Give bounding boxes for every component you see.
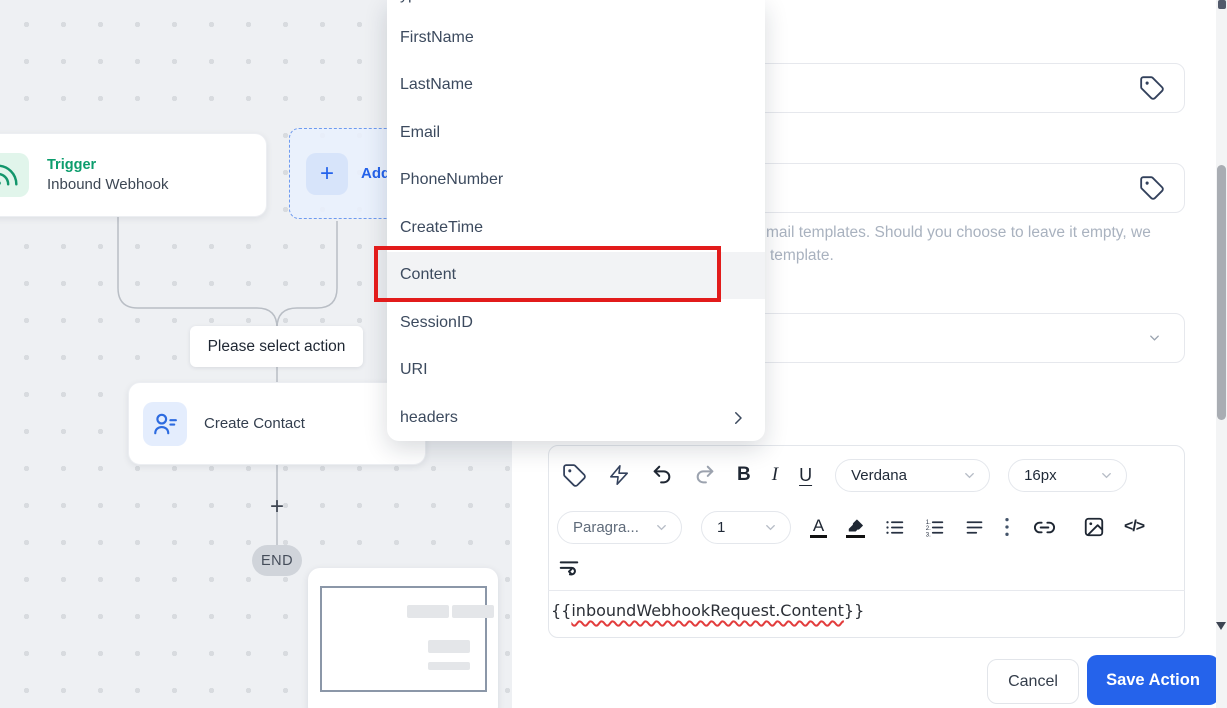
lightning-icon[interactable] [608,464,630,486]
merge-field-dropdown: yp FirstName LastName Email PhoneNumber … [387,0,765,441]
contact-icon [143,401,187,446]
trigger-node-title: Trigger [47,157,97,173]
svg-text:3.: 3. [926,531,931,538]
end-node: END [252,545,302,576]
dropdown-item-createtime[interactable]: CreateTime [387,204,765,252]
italic-button[interactable]: I [772,464,778,486]
paragraph-select[interactable]: Paragra... [557,510,682,544]
trigger-node-subtitle: Inbound Webhook [47,176,169,193]
font-family-select[interactable]: Verdana [835,458,991,492]
dropdown-item-lastname[interactable]: LastName [387,62,765,110]
scrollbar-thumb[interactable] [1217,165,1226,420]
dropdown-item-sessionid[interactable]: SessionID [387,299,765,347]
plus-icon: + [306,152,348,195]
code-icon[interactable]: </> [1124,518,1145,536]
trigger-node[interactable]: Trigger Inbound Webhook [0,133,267,217]
minimap-viewport [320,586,494,692]
create-contact-label: Create Contact [204,415,305,432]
helper-text-line1: mail templates. Should you choose to lea… [766,224,1151,241]
paragraph-value: Paragra... [573,518,639,536]
font-color-button[interactable]: A [810,517,827,538]
editor-content[interactable]: {{inboundWebhookRequest.Content}} [551,601,1171,620]
dropdown-item-partial: yp [400,0,480,10]
chevron-down-icon [1147,331,1162,346]
cancel-button[interactable]: Cancel [987,659,1079,704]
merge-tag-icon[interactable] [1139,175,1165,201]
line-height-select[interactable]: 1 [701,510,791,544]
merge-tag-icon[interactable] [562,463,587,488]
scrollbar-top-fragment [1218,0,1226,9]
add-node-label: Add [361,165,391,182]
workflow-editor-screen: Trigger Inbound Webhook + Add Please sel… [0,0,1227,708]
editor-divider [548,590,1185,591]
more-options-icon[interactable] [1004,516,1010,538]
highlight-button[interactable] [846,517,865,538]
font-family-value: Verdana [851,466,907,484]
merge-tag-icon[interactable] [1139,75,1165,101]
action-prompt-label: Please select action [190,326,363,367]
undo-icon[interactable] [651,464,673,486]
dropdown-item-uri[interactable]: URI [387,347,765,395]
link-icon[interactable] [1033,516,1056,539]
bold-button[interactable]: B [737,464,751,486]
line-height-value: 1 [717,518,726,536]
underline-button[interactable]: U [799,465,812,486]
dropdown-item-firstname[interactable]: FirstName [387,14,765,62]
save-action-button[interactable]: Save Action [1087,655,1219,705]
merge-variable: inboundWebhookRequest.Content [571,601,844,620]
helper-text-line2: template. [770,247,834,264]
dropdown-item-phonenumber[interactable]: PhoneNumber [387,157,765,205]
wrap-text-icon[interactable] [558,556,580,578]
font-size-value: 16px [1024,466,1057,484]
image-icon[interactable] [1083,516,1105,538]
dropdown-item-content[interactable]: Content [387,251,765,299]
scrollbar-arrow-icon [1216,622,1226,630]
minimap-card[interactable] [308,568,498,708]
brace-open: {{ [551,601,572,620]
chevron-right-icon [735,411,742,424]
create-contact-node[interactable]: Create Contact [128,382,426,465]
brace-close: }} [843,601,865,620]
dropdown-item-headers[interactable]: headers [387,394,765,442]
align-icon[interactable] [964,517,985,538]
insert-step-button[interactable]: + [263,493,291,521]
numbered-list-icon[interactable]: 1. 2. 3. [924,517,945,538]
font-size-select[interactable]: 16px [1008,458,1128,492]
webhook-icon [0,153,29,197]
dropdown-item-email[interactable]: Email [387,109,765,157]
bullet-list-icon[interactable] [884,517,905,538]
redo-icon[interactable] [694,464,716,486]
